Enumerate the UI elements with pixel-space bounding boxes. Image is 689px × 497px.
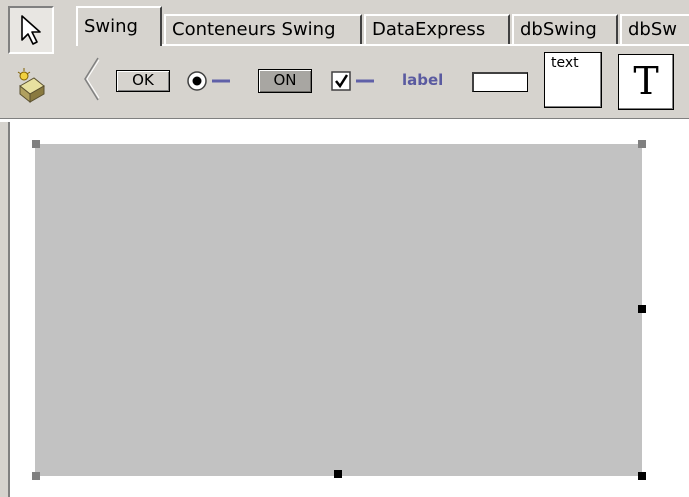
bean-chooser-button[interactable]: [10, 64, 50, 114]
tab-dbswing[interactable]: dbSwing: [512, 14, 618, 44]
tab-conteneurs-swing[interactable]: Conteneurs Swing: [164, 14, 362, 44]
tool-column: [0, 0, 72, 118]
jtextarea-component[interactable]: text: [544, 52, 602, 108]
jradiobutton-component[interactable]: [186, 68, 244, 94]
tab-dbsw[interactable]: dbSw: [620, 14, 689, 44]
jlabel-component[interactable]: label: [402, 71, 443, 89]
jtogglebutton-component[interactable]: ON: [258, 69, 312, 93]
jtextfield-component[interactable]: [472, 72, 528, 92]
jbutton-component[interactable]: OK: [116, 70, 170, 92]
arrow-pointer-icon: [21, 15, 41, 45]
tab-dataexpress[interactable]: DataExpress: [364, 14, 510, 44]
resize-handle-bottom[interactable]: [334, 470, 342, 478]
selected-panel[interactable]: [35, 144, 642, 476]
resize-handle-bottom-left[interactable]: [32, 472, 40, 480]
bean-chooser-icon: [17, 68, 45, 104]
tab-swing[interactable]: Swing: [76, 6, 162, 46]
scroll-left-icon[interactable]: [82, 56, 100, 102]
resize-handle-right[interactable]: [638, 305, 646, 313]
jtextpane-component[interactable]: T: [618, 54, 674, 110]
jcheckbox-component[interactable]: [330, 68, 388, 94]
resize-handle-top-left[interactable]: [32, 140, 40, 148]
component-palette: OK ON label text T: [72, 46, 689, 118]
selection-tool-button[interactable]: [8, 6, 54, 54]
resize-handle-top-right[interactable]: [638, 140, 646, 148]
palette-tabs: Swing Conteneurs Swing DataExpress dbSwi…: [76, 6, 689, 46]
resize-handle-bottom-right[interactable]: [638, 472, 646, 480]
